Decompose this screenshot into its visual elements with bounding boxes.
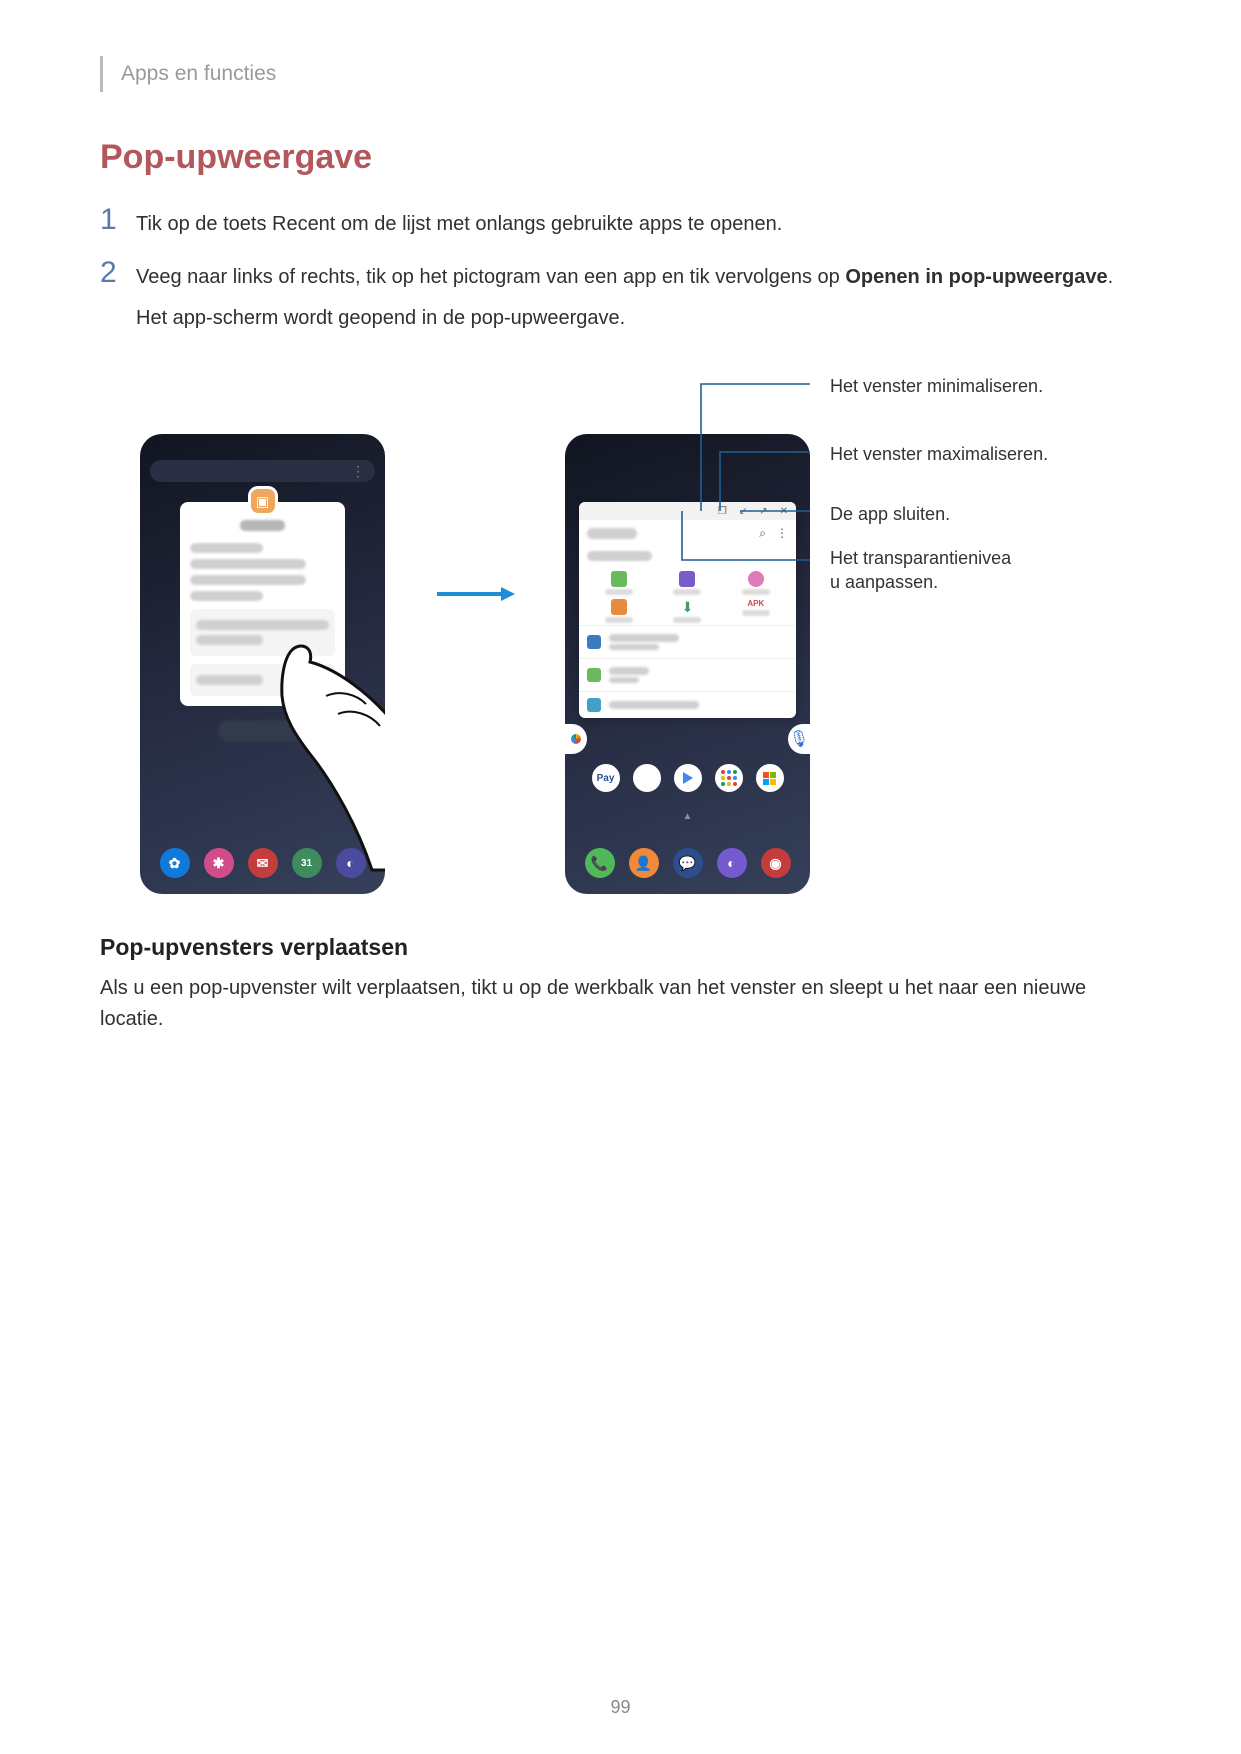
- row-blur: [196, 620, 329, 630]
- callout-close: De app sluiten.: [830, 502, 1080, 526]
- step-text: Veeg naar links of rechts, tik op het pi…: [136, 258, 1113, 334]
- phone-icon: 📞: [585, 848, 615, 878]
- popup-header: ⌕ ⋮: [579, 520, 796, 547]
- browser-icon: ◐: [336, 848, 366, 878]
- step-1: 1 Tik op de toets Recent om de lijst met…: [100, 205, 1141, 240]
- row-blur: [196, 675, 263, 685]
- step-text-a: Veeg naar links of rechts, tik op het pi…: [136, 266, 845, 288]
- menu-item-blur: [190, 559, 306, 569]
- favorites-bar: 📞 👤 💬 ◐ ◉: [565, 848, 810, 878]
- callout-minimize: Het venster minimaliseren.: [830, 374, 1080, 398]
- internet-icon: ◐: [717, 848, 747, 878]
- app-title-blur: [240, 520, 285, 531]
- popup-title-blur: [587, 528, 637, 539]
- more-icon: ⋮: [776, 526, 788, 541]
- step-text-b: .: [1108, 266, 1114, 288]
- popup-controlbar: ❐ ↙ ↗ ✕: [579, 502, 796, 520]
- storage-sdcard: [579, 658, 796, 691]
- step-number: 2: [100, 258, 118, 288]
- search-icon: ⌕: [759, 526, 766, 541]
- microsoft-folder-icon: [756, 764, 784, 792]
- app-rail: Pay ✱: [565, 764, 810, 792]
- arrow: [415, 584, 535, 604]
- chapter-label: Apps en functies: [121, 62, 276, 86]
- popup-window: ❐ ↙ ↗ ✕ ⌕ ⋮ ⬇: [579, 502, 796, 718]
- cat-videos: [655, 571, 719, 595]
- phone-popupview: ❐ ↙ ↗ ✕ ⌕ ⋮ ⬇: [565, 434, 810, 894]
- step-note: Het app-scherm wordt geopend in de pop-u…: [136, 303, 1113, 334]
- close-icon: ✕: [780, 506, 788, 517]
- favorites-bar: ✿ ✱ ✉ 31 ◐: [140, 848, 385, 878]
- opacity-icon: ❐: [718, 506, 727, 517]
- step-text-bold: Openen in pop-upweergave: [845, 266, 1107, 288]
- breadcrumb: Apps en functies: [100, 56, 1141, 92]
- page-title: Pop-upweergave: [100, 138, 1141, 177]
- row-blur: [196, 635, 263, 645]
- cat-downloads: ⬇: [655, 599, 719, 623]
- step-text: Tik op de toets Recent om de lijst met o…: [136, 205, 782, 240]
- home-indicator-icon: [683, 806, 693, 816]
- section-label-blur: [587, 551, 652, 561]
- step-text-a: Tik op de toets Recent om de lijst met o…: [136, 213, 782, 235]
- more-icon: ⋮: [351, 463, 365, 480]
- step-number: 1: [100, 205, 118, 235]
- category-grid: ⬇ APK: [579, 565, 796, 625]
- cat-images: [587, 571, 651, 595]
- cat-audio: [724, 571, 788, 595]
- gallery-icon: ✱: [633, 764, 661, 792]
- card-section: [190, 664, 335, 696]
- contacts-icon: 👤: [629, 848, 659, 878]
- callout-maximize: Het venster maximaliseren.: [830, 442, 1080, 466]
- cat-apk: APK: [724, 599, 788, 623]
- menu-item-blur: [190, 591, 263, 601]
- figure: ⋮ ▣ ✿ ✱ ✉ 3: [140, 374, 1141, 894]
- maximize-icon: ↗: [759, 506, 767, 517]
- minimize-icon: ↙: [739, 506, 747, 517]
- app-badge-icon: ▣: [248, 486, 278, 516]
- gallery-icon: ✱: [204, 848, 234, 878]
- recents-searchbar: ⋮: [150, 460, 375, 482]
- body-paragraph: Als u een pop-upvenster wilt verplaatsen…: [100, 973, 1141, 1035]
- google-folder-icon: [715, 764, 743, 792]
- menu-item-blur: [190, 575, 306, 585]
- cat-docs: [587, 599, 651, 623]
- edge-left-pill: [565, 724, 587, 754]
- step-2: 2 Veeg naar links of rechts, tik op het …: [100, 258, 1141, 334]
- playstore-icon: [674, 764, 702, 792]
- storage-internal: [579, 625, 796, 658]
- mail-icon: ✉: [248, 848, 278, 878]
- close-all-pill: [218, 720, 308, 742]
- settings-icon: ✿: [160, 848, 190, 878]
- calendar-icon: 31: [292, 848, 322, 878]
- camera-icon: ◉: [761, 848, 791, 878]
- storage-cloud: [579, 691, 796, 718]
- page-number: 99: [0, 1697, 1241, 1718]
- messages-icon: 💬: [673, 848, 703, 878]
- phone-recents: ⋮ ▣ ✿ ✱ ✉ 3: [140, 434, 385, 894]
- card-section: [190, 609, 335, 656]
- recent-app-card: ▣: [180, 502, 345, 706]
- samsungpay-icon: Pay: [592, 764, 620, 792]
- callout-opacity: Het transparantienivea u aanpassen.: [830, 546, 1080, 595]
- edge-right-pill: 🎙: [788, 724, 810, 754]
- subheading: Pop-upvensters verplaatsen: [100, 934, 1141, 961]
- menu-item-blur: [190, 543, 263, 553]
